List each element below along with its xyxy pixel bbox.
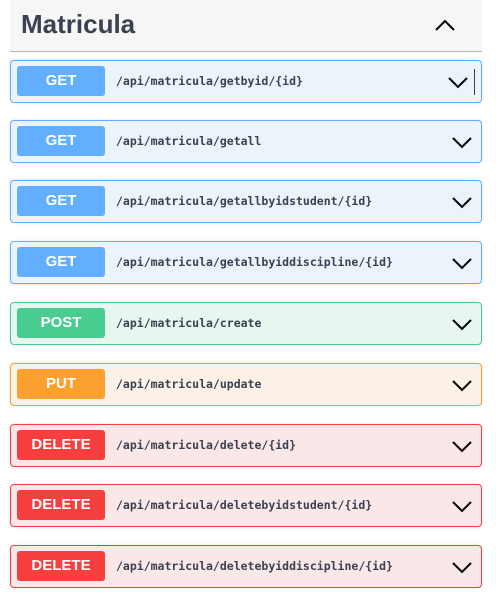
method-badge: GET bbox=[17, 247, 105, 277]
section-title: Matricula bbox=[21, 9, 136, 39]
chevron-down-icon[interactable] bbox=[447, 73, 469, 91]
operation-path: /api/matricula/deletebyidstudent/{id} bbox=[116, 498, 373, 512]
operation-path: /api/matricula/deletebyiddiscipline/{id} bbox=[116, 559, 393, 573]
operation-delete-deletebyiddiscipline[interactable]: DELETE /api/matricula/deletebyiddiscipli… bbox=[10, 545, 482, 588]
operation-get-getallbyidstudent[interactable]: GET /api/matricula/getallbyidstudent/{id… bbox=[10, 180, 482, 223]
method-badge: GET bbox=[17, 66, 105, 96]
chevron-down-icon[interactable] bbox=[451, 315, 473, 333]
operation-get-getall[interactable]: GET /api/matricula/getall bbox=[10, 120, 482, 163]
operation-get-getallbyiddiscipline[interactable]: GET /api/matricula/getallbyiddiscipline/… bbox=[10, 241, 482, 284]
operation-path: /api/matricula/getallbyidstudent/{id} bbox=[116, 194, 373, 208]
operation-path: /api/matricula/getall bbox=[116, 134, 262, 148]
chevron-up-icon[interactable] bbox=[430, 10, 460, 40]
text-cursor bbox=[474, 69, 475, 95]
chevron-down-icon[interactable] bbox=[451, 376, 473, 394]
operation-put-update[interactable]: PUT /api/matricula/update bbox=[10, 363, 482, 406]
chevron-down-icon[interactable] bbox=[451, 133, 473, 151]
chevron-down-icon[interactable] bbox=[451, 254, 473, 272]
method-badge: DELETE bbox=[17, 430, 105, 460]
operation-path: /api/matricula/create bbox=[116, 316, 262, 330]
chevron-down-icon[interactable] bbox=[451, 558, 473, 576]
method-badge: PUT bbox=[17, 369, 105, 399]
operation-path: /api/matricula/delete/{id} bbox=[116, 438, 297, 452]
operation-path: /api/matricula/getbyid/{id} bbox=[116, 74, 303, 88]
method-badge: DELETE bbox=[17, 490, 105, 520]
section-header-matricula[interactable]: Matricula bbox=[10, 0, 482, 52]
operation-post-create[interactable]: POST /api/matricula/create bbox=[10, 302, 482, 345]
method-badge: GET bbox=[17, 186, 105, 216]
method-badge: DELETE bbox=[17, 551, 105, 581]
operation-delete-delete[interactable]: DELETE /api/matricula/delete/{id} bbox=[10, 424, 482, 467]
operation-delete-deletebyidstudent[interactable]: DELETE /api/matricula/deletebyidstudent/… bbox=[10, 484, 482, 527]
operation-get-getbyid[interactable]: GET /api/matricula/getbyid/{id} bbox=[10, 60, 482, 103]
method-badge: POST bbox=[17, 308, 105, 338]
operation-path: /api/matricula/getallbyiddiscipline/{id} bbox=[116, 255, 393, 269]
method-badge: GET bbox=[17, 126, 105, 156]
chevron-down-icon[interactable] bbox=[451, 193, 473, 211]
operation-path: /api/matricula/update bbox=[116, 377, 262, 391]
chevron-down-icon[interactable] bbox=[451, 497, 473, 515]
chevron-down-icon[interactable] bbox=[451, 437, 473, 455]
